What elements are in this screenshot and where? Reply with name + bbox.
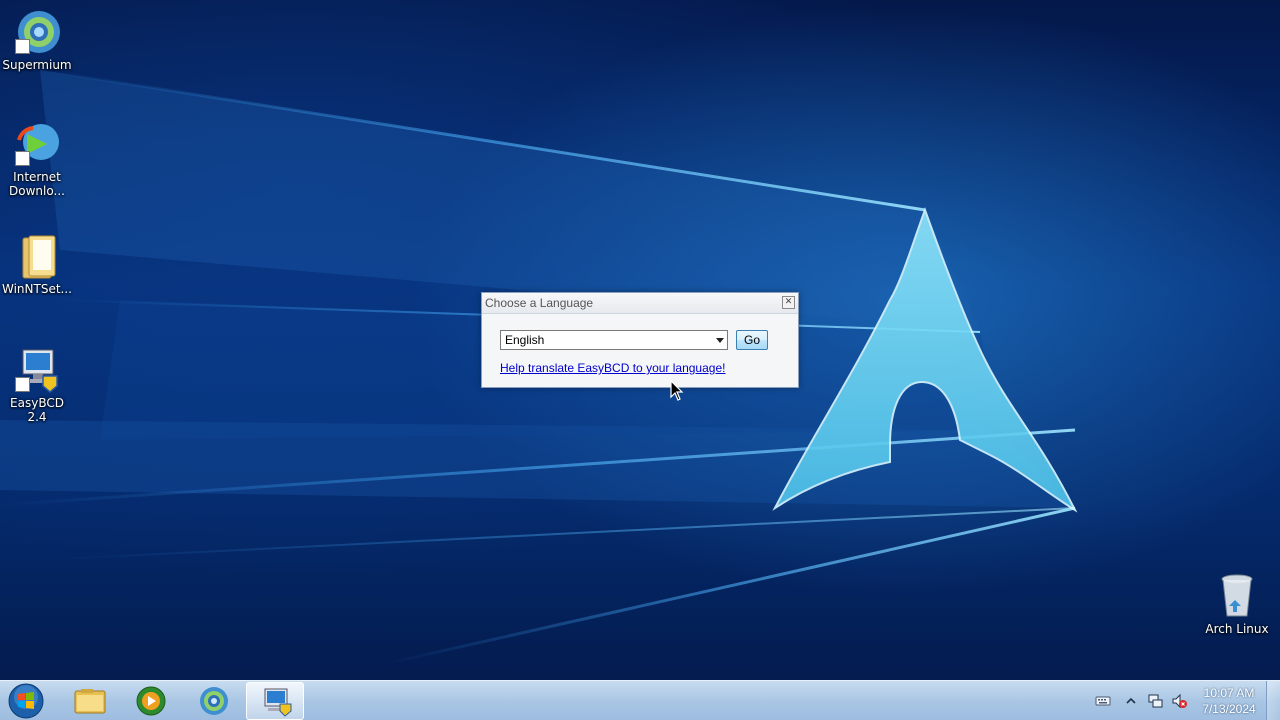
desktop-icon-label: Arch Linux bbox=[1205, 622, 1269, 636]
mouse-cursor-icon bbox=[670, 380, 684, 401]
chevron-down-icon[interactable] bbox=[716, 338, 724, 343]
desktop-icon-internet-download-manager[interactable]: Internet Downlo... bbox=[0, 120, 74, 198]
taskbar-clock[interactable]: 10:07 AM 7/13/2024 bbox=[1196, 685, 1262, 717]
dialog-titlebar[interactable]: Choose a Language ✕ bbox=[482, 293, 798, 314]
choose-language-dialog[interactable]: Choose a Language ✕ English Go Help tran… bbox=[481, 292, 799, 388]
network-icon[interactable] bbox=[1147, 693, 1163, 709]
taskbar-windows-media-player[interactable] bbox=[121, 682, 179, 720]
desktop-icon-winntsetup[interactable]: WinNTSet... bbox=[0, 232, 74, 296]
volume-muted-icon[interactable] bbox=[1171, 693, 1187, 709]
language-select[interactable]: English bbox=[500, 330, 728, 350]
file-explorer-icon bbox=[74, 689, 106, 714]
windows-media-player-icon bbox=[136, 686, 166, 716]
desktop-icon-easybcd[interactable]: EasyBCD 2.4 bbox=[0, 346, 74, 424]
keyboard-icon[interactable] bbox=[1095, 693, 1111, 709]
taskbar-easybcd[interactable] bbox=[246, 682, 304, 720]
desktop-icon-label: Internet Downlo... bbox=[9, 170, 65, 198]
go-button[interactable]: Go bbox=[736, 330, 768, 350]
desktop-icon-label: Supermium bbox=[2, 58, 72, 72]
dialog-title: Choose a Language bbox=[485, 296, 594, 310]
taskbar-supermium[interactable] bbox=[184, 682, 242, 720]
folder-icon bbox=[13, 232, 61, 280]
help-translate-link[interactable]: Help translate EasyBCD to your language! bbox=[500, 361, 725, 375]
taskbar-file-explorer[interactable] bbox=[60, 682, 118, 720]
supermium-icon bbox=[13, 8, 61, 56]
desktop-icon-supermium[interactable]: Supermium bbox=[0, 8, 74, 72]
start-button[interactable] bbox=[6, 682, 46, 720]
desktop-icon-recycle-bin[interactable]: Arch Linux bbox=[1200, 572, 1274, 636]
supermium-icon bbox=[200, 687, 228, 715]
easybcd-icon bbox=[264, 688, 292, 717]
desktop-icon-label: EasyBCD 2.4 bbox=[10, 396, 64, 424]
clock-date: 7/13/2024 bbox=[1202, 702, 1256, 716]
easybcd-icon bbox=[13, 346, 61, 394]
show-hidden-icons-chevron-icon[interactable] bbox=[1123, 693, 1139, 709]
show-desktop-button[interactable] bbox=[1266, 681, 1280, 720]
recycle-bin-icon bbox=[1213, 572, 1261, 620]
internet-download-manager-icon bbox=[13, 120, 61, 168]
desktop-icon-label: WinNTSet... bbox=[2, 282, 72, 296]
taskbar: 10:07 AM 7/13/2024 bbox=[0, 680, 1280, 720]
windows-start-orb-icon bbox=[8, 683, 44, 719]
language-select-value: English bbox=[505, 333, 545, 347]
clock-time: 10:07 AM bbox=[1203, 686, 1255, 700]
desktop[interactable]: Supermium Internet Downlo... WinNTSet... bbox=[0, 0, 1280, 720]
close-icon[interactable]: ✕ bbox=[782, 296, 795, 309]
